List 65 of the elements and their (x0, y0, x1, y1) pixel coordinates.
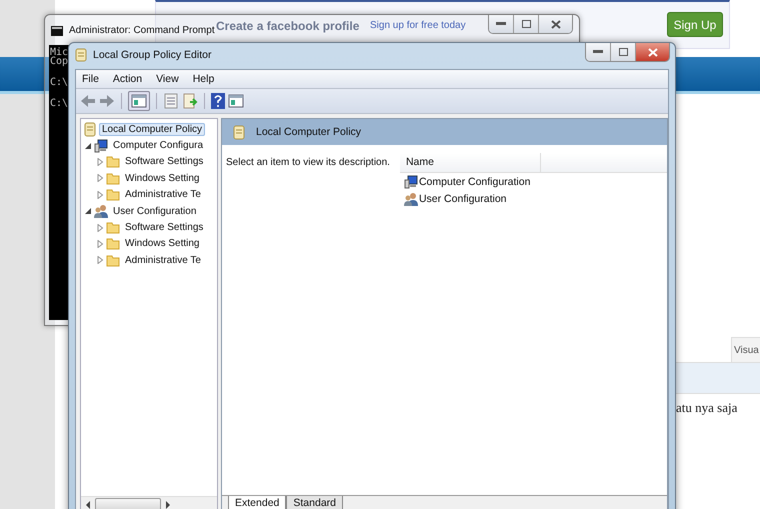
close-icon (648, 48, 658, 56)
scroll-icon (232, 124, 246, 140)
scroll-left-icon[interactable] (85, 500, 91, 508)
maximize-button[interactable] (514, 15, 539, 33)
expanded-arrow-icon[interactable] (84, 207, 92, 216)
tree-item[interactable]: Computer Configura (110, 139, 206, 152)
export-icon[interactable] (182, 93, 198, 109)
tree-item[interactable]: User Configuration (110, 204, 200, 218)
collapsed-arrow-icon[interactable] (96, 158, 104, 166)
tree-item[interactable]: Software Settings (122, 221, 206, 234)
tree-item[interactable]: Windows Setting (122, 237, 202, 250)
minimize-button[interactable] (586, 43, 611, 61)
collapsed-arrow-icon[interactable] (96, 240, 104, 248)
pane-icon[interactable] (228, 94, 244, 108)
expanded-arrow-icon[interactable] (84, 142, 92, 150)
close-button[interactable] (636, 43, 669, 61)
collapsed-arrow-icon[interactable] (96, 174, 104, 182)
console-line: Mic (49, 48, 70, 57)
close-button[interactable] (539, 15, 572, 33)
help-icon[interactable] (211, 93, 225, 109)
window-title: Local Group Policy Editor (93, 49, 212, 61)
scroll-right-icon[interactable] (165, 500, 171, 508)
maximize-icon (618, 48, 628, 56)
banner-headline: Create a facebook profile (216, 19, 360, 33)
forward-icon[interactable] (99, 94, 115, 108)
tree-item[interactable]: Windows Setting (122, 172, 202, 185)
tree-item[interactable]: Local Computer Policy (99, 122, 206, 136)
console-line: C:\ (49, 99, 70, 108)
view-tab[interactable]: Standard (286, 496, 343, 509)
horizontal-scrollbar[interactable] (81, 496, 217, 509)
menu-item[interactable]: Help (192, 73, 214, 85)
window-title: Administrator: Command Prompt (69, 24, 215, 36)
tree-item[interactable]: Administrative Te (122, 188, 204, 202)
description-text: Select an item to view its description. (225, 156, 391, 170)
console-line: C:\ (49, 78, 70, 87)
tree-item[interactable]: Administrative Te (122, 254, 204, 267)
console-icon (51, 26, 63, 36)
minimize-icon (496, 22, 506, 26)
menu-item[interactable]: View (156, 73, 179, 85)
pane-title: Local Computer Policy (256, 126, 362, 138)
maximize-icon (522, 20, 530, 28)
scroll-icon (75, 48, 87, 62)
minimize-icon (593, 50, 603, 54)
collapsed-arrow-icon[interactable] (96, 190, 104, 199)
collapsed-arrow-icon[interactable] (96, 256, 104, 264)
scrollbar-thumb[interactable] (95, 498, 161, 509)
list-item[interactable]: User Configuration (418, 192, 507, 204)
editor-tab[interactable]: Visua (731, 337, 760, 362)
users-icon (404, 192, 418, 206)
minimize-button[interactable] (489, 15, 514, 33)
collapsed-arrow-icon[interactable] (96, 224, 104, 232)
console-line: Cop (49, 57, 70, 66)
console-tree-icon[interactable] (128, 91, 150, 111)
menu-item[interactable]: Action (112, 73, 142, 85)
list-item[interactable]: Computer Configuration (418, 176, 530, 188)
signup-link[interactable]: Sign up for free today (370, 20, 466, 31)
list-icon[interactable] (163, 93, 179, 109)
view-tab[interactable]: Extended (228, 496, 286, 509)
close-icon (550, 20, 560, 28)
back-icon[interactable] (80, 94, 96, 108)
tree-item[interactable]: Software Settings (122, 155, 206, 168)
computer-icon (404, 174, 418, 188)
maximize-button[interactable] (611, 43, 636, 61)
menu-item[interactable]: File (82, 73, 99, 85)
post-text: atu nya saja (676, 400, 738, 416)
